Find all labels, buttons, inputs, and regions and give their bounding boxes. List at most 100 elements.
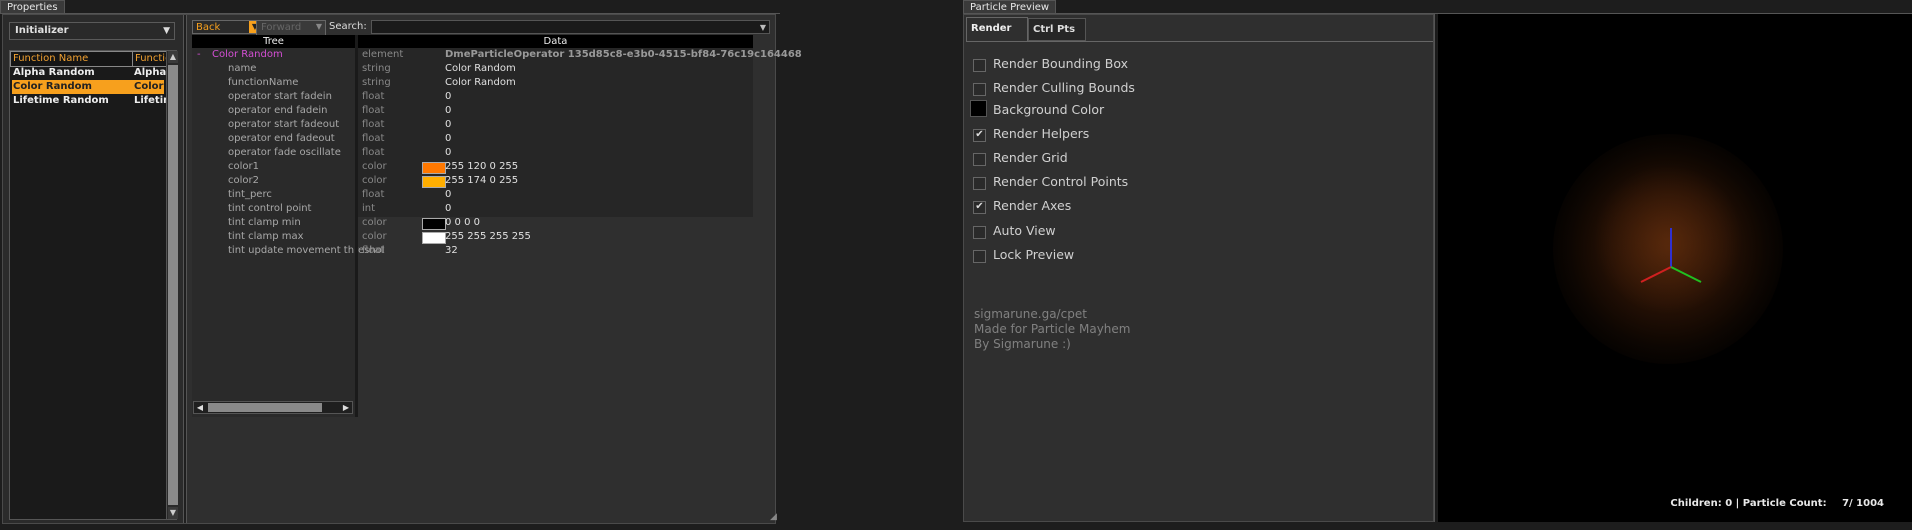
function-row-color-random[interactable]: Color Random Color Rand..: [12, 80, 164, 94]
color-swatch[interactable]: [422, 218, 446, 230]
data-row[interactable]: color 255 174 0 255: [358, 174, 753, 188]
data-value[interactable]: Color Random: [445, 76, 516, 90]
data-value[interactable]: 0: [445, 188, 451, 202]
function-name-header[interactable]: Function Name: [10, 51, 136, 67]
color-swatch[interactable]: [422, 232, 446, 244]
properties-tab[interactable]: Properties: [0, 0, 65, 14]
tab-render[interactable]: Render: [966, 17, 1028, 41]
data-row[interactable]: float 0: [358, 132, 753, 146]
tree-row[interactable]: operator start fadein: [192, 90, 355, 104]
collapse-icon[interactable]: -: [197, 48, 201, 62]
back-button[interactable]: Back ▼: [192, 20, 262, 34]
tree-row[interactable]: name: [192, 62, 355, 76]
tree-header[interactable]: Tree: [192, 35, 355, 48]
tree-row[interactable]: tint clamp max: [192, 230, 355, 244]
data-row[interactable]: float 32: [358, 244, 753, 258]
scroll-left-icon[interactable]: ◀: [194, 402, 206, 413]
option-render-axes[interactable]: ✔ Render Axes: [964, 198, 1424, 218]
option-render-culling-bounds[interactable]: Render Culling Bounds: [964, 80, 1424, 100]
axis-y-line: [1670, 266, 1702, 283]
data-row[interactable]: string Color Random: [358, 76, 753, 90]
option-render-bounding-box[interactable]: Render Bounding Box: [964, 56, 1424, 76]
data-row[interactable]: float 0: [358, 90, 753, 104]
hscroll-thumb[interactable]: [208, 403, 322, 412]
scroll-right-icon[interactable]: ▶: [340, 402, 352, 413]
checkbox-icon[interactable]: [973, 250, 986, 263]
tree-row[interactable]: operator end fadeout: [192, 132, 355, 146]
checkbox-icon[interactable]: [973, 59, 986, 72]
data-row[interactable]: float 0: [358, 146, 753, 160]
data-row[interactable]: float 0: [358, 118, 753, 132]
particle-viewport[interactable]: Children: 0 | Particle Count: 7/ 1004: [1438, 14, 1912, 522]
tree-row[interactable]: tint control point: [192, 202, 355, 216]
data-row[interactable]: color 0 0 0 0: [358, 216, 753, 230]
color-swatch[interactable]: [422, 162, 446, 174]
checkbox-icon[interactable]: [973, 226, 986, 239]
tree-row-label: functionName: [228, 77, 299, 88]
search-input[interactable]: ▼: [371, 20, 770, 34]
color-swatch[interactable]: [422, 176, 446, 188]
tree-row[interactable]: operator end fadein: [192, 104, 355, 118]
option-render-helpers[interactable]: ✔ Render Helpers: [964, 126, 1424, 146]
tree-row[interactable]: functionName: [192, 76, 355, 90]
tree-column: Tree - Color Random name functionName oper…: [192, 35, 385, 417]
preview-splitter[interactable]: [1434, 14, 1437, 522]
scroll-down-icon[interactable]: ▼: [168, 507, 178, 519]
data-value[interactable]: 255 255 255 255: [445, 230, 531, 244]
function-row-alpha-random[interactable]: Alpha Random Alpha Ran..: [10, 66, 166, 80]
data-row[interactable]: float 0: [358, 104, 753, 118]
data-value[interactable]: 0: [445, 90, 451, 104]
data-row[interactable]: color 255 120 0 255: [358, 160, 753, 174]
particle-preview-tab[interactable]: Particle Preview: [963, 0, 1057, 14]
tab-ctrl-pts[interactable]: Ctrl Pts: [1028, 18, 1086, 41]
checkbox-checked-icon[interactable]: ✔: [973, 129, 986, 142]
function-list-scrollbar[interactable]: ▲ ▼: [166, 51, 178, 519]
option-background-color[interactable]: Background Color: [964, 100, 1424, 122]
function-type-header[interactable]: Function Ty...: [132, 51, 170, 67]
checkbox-icon[interactable]: [973, 177, 986, 190]
tree-row-label: tint control point: [228, 203, 312, 214]
data-root-row[interactable]: element DmeParticleOperator 135d85c8-e3b…: [358, 48, 802, 62]
data-value[interactable]: 0: [445, 118, 451, 132]
data-value[interactable]: 0: [445, 104, 451, 118]
tree-row[interactable]: operator fade oscillate: [192, 146, 355, 160]
function-row-lifetime-random[interactable]: Lifetime Random Lifetime R..: [10, 94, 166, 108]
tree-hscrollbar[interactable]: ◀ ▶: [193, 401, 353, 414]
panel-splitter[interactable]: [183, 15, 187, 523]
data-value[interactable]: 0: [445, 202, 451, 216]
data-value[interactable]: Color Random: [445, 62, 516, 76]
scroll-thumb[interactable]: [168, 65, 178, 505]
data-row[interactable]: int 0: [358, 202, 753, 216]
data-value[interactable]: 255 174 0 255: [445, 174, 518, 188]
tree-row[interactable]: color2: [192, 174, 355, 188]
data-value[interactable]: 0 0 0 0: [445, 216, 480, 230]
option-render-control-points[interactable]: Render Control Points: [964, 174, 1424, 194]
data-value[interactable]: 0: [445, 146, 451, 160]
data-row[interactable]: color 255 255 255 255: [358, 230, 753, 244]
forward-button[interactable]: Forward ▼: [256, 20, 326, 36]
checkbox-checked-icon[interactable]: ✔: [973, 201, 986, 214]
data-header[interactable]: Data: [358, 35, 753, 48]
data-value[interactable]: 32: [445, 244, 458, 258]
checkbox-icon[interactable]: [973, 83, 986, 96]
data-row[interactable]: string Color Random: [358, 62, 753, 76]
background-color-swatch[interactable]: [970, 100, 987, 117]
data-value[interactable]: 255 120 0 255: [445, 160, 518, 174]
data-value[interactable]: 0: [445, 132, 451, 146]
resize-grip-icon[interactable]: ◢: [770, 512, 780, 522]
category-combo[interactable]: Initializer ▼: [9, 22, 175, 40]
tree-row[interactable]: operator start fadeout: [192, 118, 355, 132]
option-auto-view[interactable]: Auto View: [964, 223, 1424, 243]
tree-row[interactable]: tint clamp min: [192, 216, 355, 230]
scroll-up-icon[interactable]: ▲: [168, 51, 178, 63]
chevron-down-icon[interactable]: ▼: [760, 21, 766, 34]
tree-row[interactable]: tint_perc: [192, 188, 355, 202]
tree-row[interactable]: tint update movement threshol: [192, 244, 385, 258]
chevron-down-icon: ▼: [163, 26, 170, 36]
checkbox-icon[interactable]: [973, 153, 986, 166]
tree-row[interactable]: color1: [192, 160, 355, 174]
data-type: element: [362, 49, 404, 60]
option-render-grid[interactable]: Render Grid: [964, 150, 1424, 170]
data-row[interactable]: float 0: [358, 188, 753, 202]
option-lock-preview[interactable]: Lock Preview: [964, 247, 1424, 267]
